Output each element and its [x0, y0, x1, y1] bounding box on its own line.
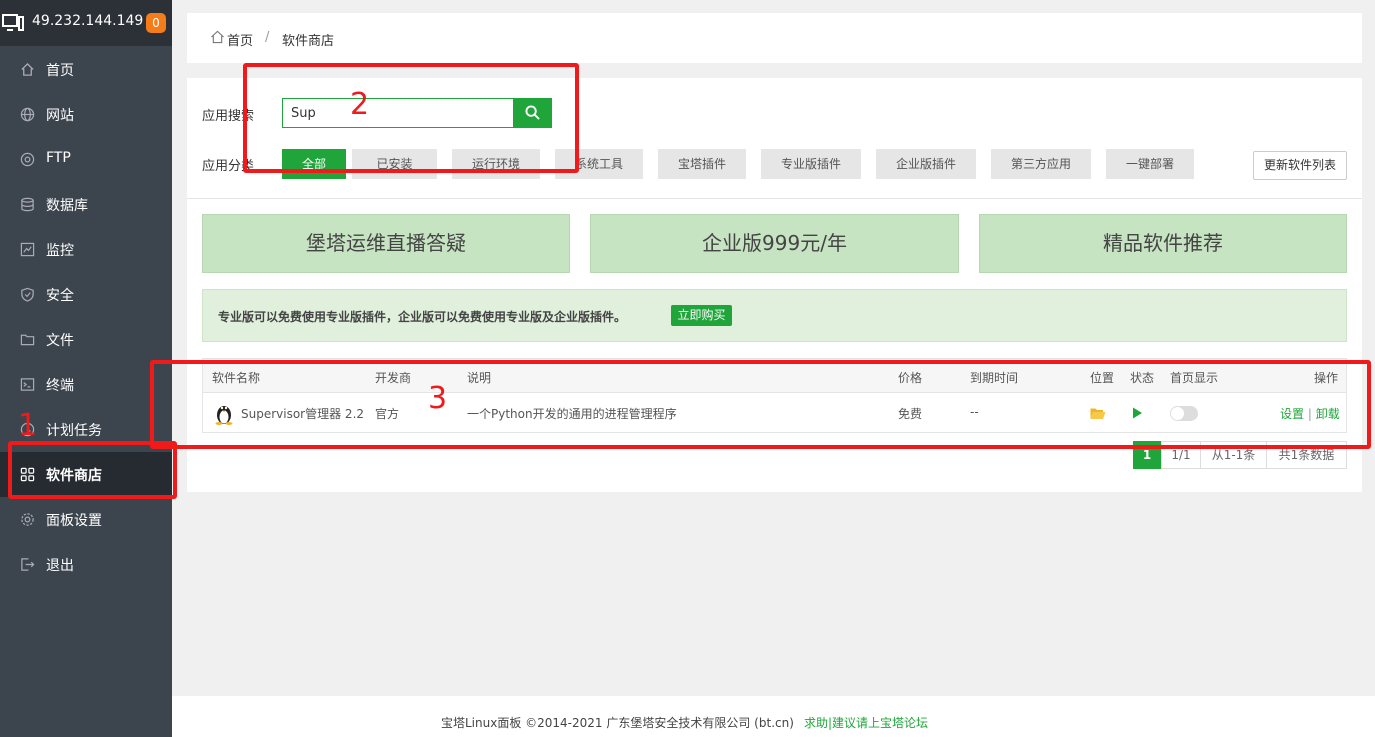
sidebar-item-label: 退出: [46, 558, 74, 574]
monitor-chart-icon: [20, 242, 35, 257]
terminal-icon: [20, 378, 35, 391]
banner-enterprise-price[interactable]: 企业版999元/年: [590, 214, 959, 273]
category-enterprise-plugins[interactable]: 企业版插件: [876, 149, 976, 179]
server-ip: 49.232.144.149: [32, 13, 144, 29]
divider: [187, 198, 1362, 199]
sidebar-item-files[interactable]: 文件: [0, 317, 172, 362]
sidebar-item-settings[interactable]: 面板设置: [0, 497, 172, 542]
sidebar-item-label: 首页: [46, 63, 74, 79]
sidebar-item-label: 面板设置: [46, 513, 102, 529]
annotation-box-1: [8, 441, 177, 499]
sidebar-item-label: 监控: [46, 243, 74, 259]
sidebar-item-logout[interactable]: 退出: [0, 542, 172, 587]
buy-now-button[interactable]: 立即购买: [671, 305, 732, 326]
home-icon: [211, 30, 224, 44]
gear-icon: [21, 513, 34, 526]
breadcrumb-home-link[interactable]: 首页: [227, 30, 253, 49]
sidebar-item-label: 文件: [46, 333, 74, 349]
footer: 宝塔Linux面板 ©2014-2021 广东堡塔安全技术有限公司 (bt.cn…: [172, 696, 1375, 737]
breadcrumb-separator: /: [265, 30, 270, 45]
refresh-software-list-button[interactable]: 更新软件列表: [1253, 151, 1347, 180]
sidebar-nav: 首页 网站 FTP 数据库 监控 安全 文件 终端 计划任务 软件商店 面板设置…: [0, 47, 172, 587]
sidebar-item-label: 数据库: [46, 198, 88, 214]
sidebar-item-website[interactable]: 网站: [0, 92, 172, 137]
globe-icon: [20, 107, 35, 122]
sidebar: 49.232.144.149 0 首页 网站 FTP 数据库 监控 安全 文件 …: [0, 0, 172, 737]
database-icon: [21, 197, 34, 212]
annotation-box-3: [150, 360, 1371, 449]
breadcrumb-current: 软件商店: [282, 34, 335, 49]
sidebar-item-ftp[interactable]: FTP: [0, 137, 172, 182]
server-monitor-icon: [2, 14, 24, 31]
sidebar-item-label: 计划任务: [46, 423, 102, 439]
sidebar-item-monitor[interactable]: 监控: [0, 227, 172, 272]
sidebar-item-database[interactable]: 数据库: [0, 182, 172, 227]
sidebar-item-label: 网站: [46, 108, 74, 124]
logout-icon: [21, 558, 35, 571]
footer-forum-link[interactable]: 求助|建议请上宝塔论坛: [804, 714, 928, 731]
banner-recommended-software[interactable]: 精品软件推荐: [979, 214, 1347, 273]
annotation-box-2: [243, 63, 579, 173]
pro-notice: 专业版可以免费使用专业版插件，企业版可以免费使用专业版及企业版插件。 立即购买: [202, 289, 1347, 342]
notice-text: 专业版可以免费使用专业版插件，企业版可以免费使用专业版及企业版插件。: [218, 310, 627, 324]
breadcrumb: 首页 / 软件商店: [187, 13, 1362, 63]
sidebar-item-security[interactable]: 安全: [0, 272, 172, 317]
category-one-click-deploy[interactable]: 一键部署: [1106, 149, 1194, 179]
ftp-icon: [20, 152, 35, 167]
sidebar-item-label: FTP: [46, 150, 71, 166]
shield-icon: [21, 287, 34, 302]
folder-icon: [20, 334, 35, 346]
home-icon: [21, 62, 34, 76]
sidebar-header: 49.232.144.149 0: [0, 0, 172, 46]
category-pro-plugins[interactable]: 专业版插件: [761, 149, 861, 179]
notification-badge[interactable]: 0: [146, 13, 166, 33]
category-bt-plugins[interactable]: 宝塔插件: [658, 149, 746, 179]
sidebar-item-home[interactable]: 首页: [0, 47, 172, 92]
category-third-party[interactable]: 第三方应用: [991, 149, 1091, 179]
sidebar-item-terminal[interactable]: 终端: [0, 362, 172, 407]
annotation-number-2: 2: [350, 87, 370, 122]
sidebar-item-label: 终端: [46, 378, 74, 394]
banner-live-qa[interactable]: 堡塔运维直播答疑: [202, 214, 570, 273]
annotation-number-3: 3: [428, 381, 448, 416]
footer-copyright: 宝塔Linux面板 ©2014-2021 广东堡塔安全技术有限公司 (bt.cn…: [441, 716, 794, 730]
sidebar-item-label: 安全: [46, 288, 74, 304]
annotation-number-1: 1: [18, 408, 38, 443]
